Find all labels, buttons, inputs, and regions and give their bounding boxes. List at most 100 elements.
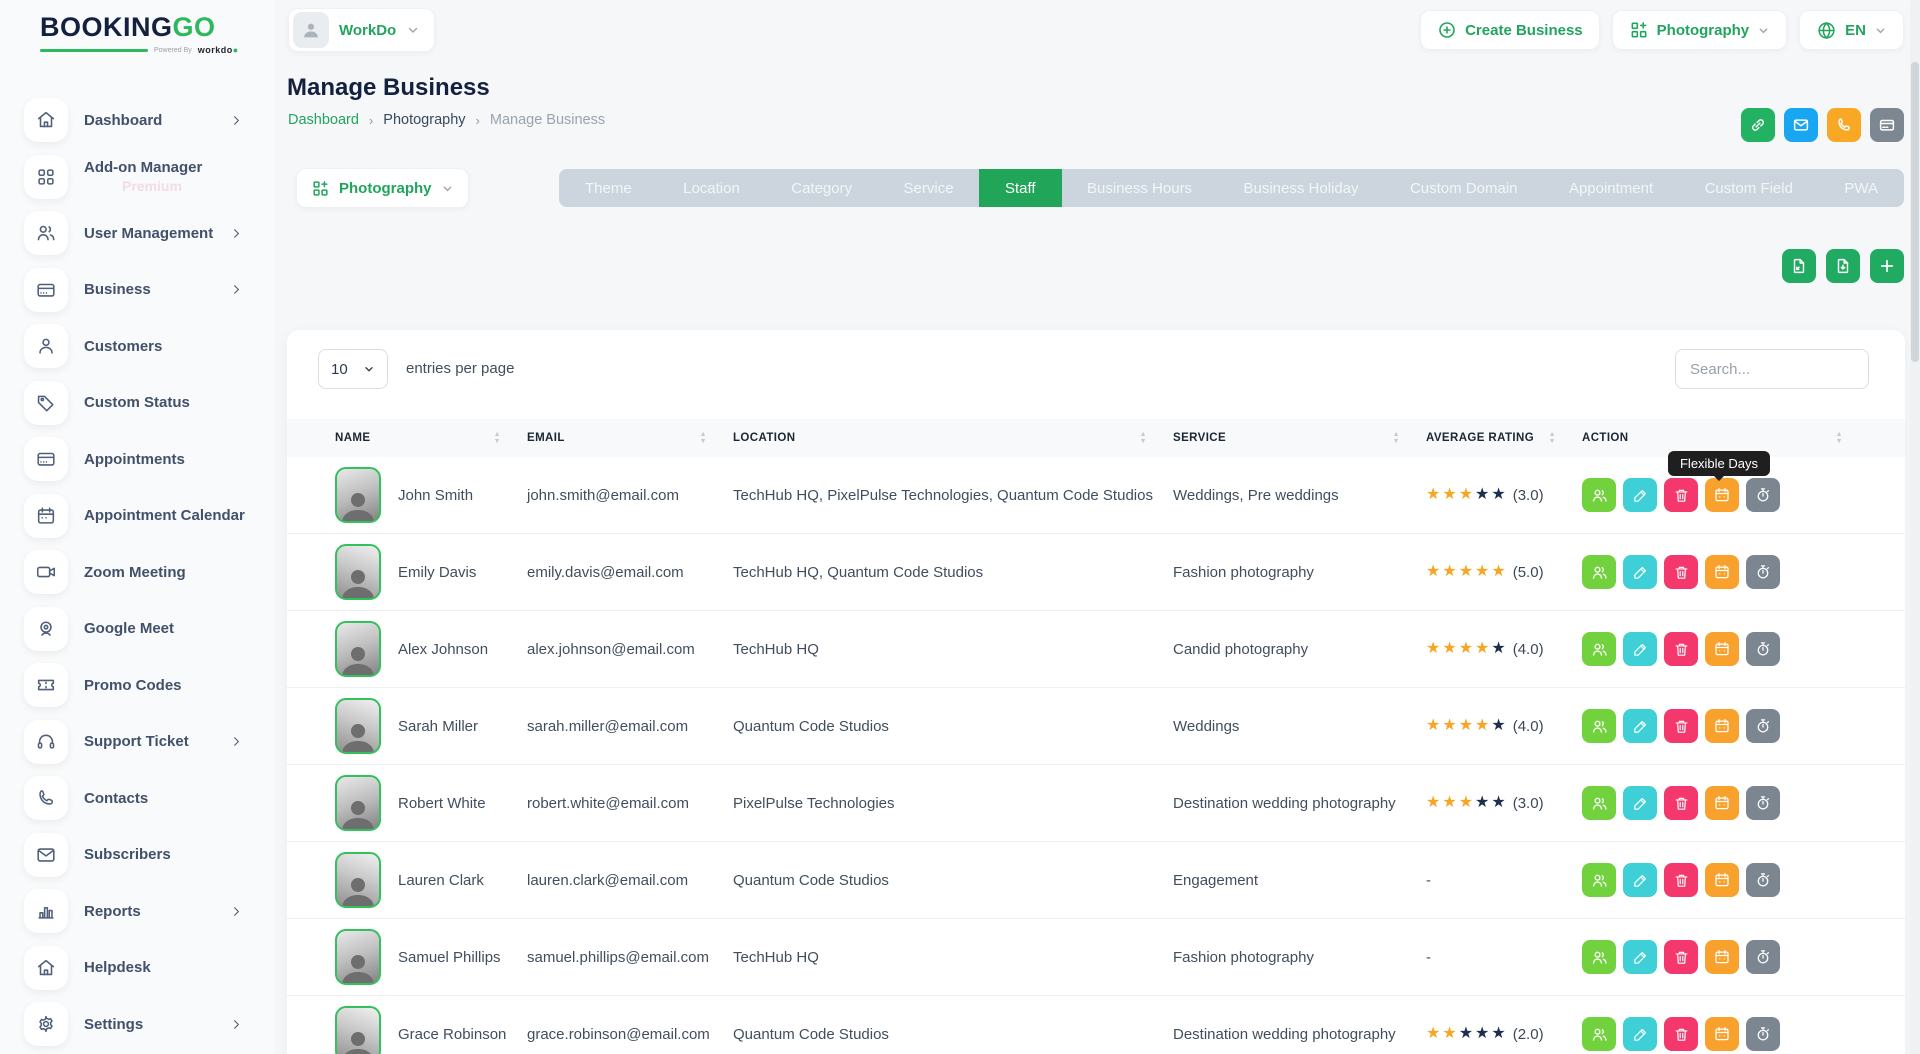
phone-button[interactable] <box>1827 108 1861 142</box>
timer-button[interactable] <box>1746 786 1780 820</box>
business-filter-dropdown[interactable]: Photography <box>296 168 469 208</box>
tab-pwa[interactable]: PWA <box>1824 169 1898 207</box>
timer-button[interactable] <box>1746 863 1780 897</box>
delete-trash-button[interactable] <box>1664 1017 1698 1051</box>
staff-name: Samuel Phillips <box>398 949 501 966</box>
sort-toggle[interactable]: ▲▼ <box>1836 432 1843 445</box>
sort-toggle[interactable]: ▲▼ <box>1549 432 1556 445</box>
delete-trash-button[interactable] <box>1664 555 1698 589</box>
sort-toggle[interactable]: ▲▼ <box>1393 432 1400 445</box>
sidebar-item-support-ticket[interactable]: Support Ticket <box>0 720 274 764</box>
sidebar-item-dashboard[interactable]: Dashboard <box>0 98 274 142</box>
delete-trash-button[interactable] <box>1664 940 1698 974</box>
staff-users-button[interactable] <box>1582 1017 1616 1051</box>
star-icon: ★ <box>1442 564 1456 580</box>
language-dropdown[interactable]: EN <box>1799 10 1904 50</box>
edit-pencil-button[interactable] <box>1623 555 1657 589</box>
sort-toggle[interactable]: ▲▼ <box>494 432 501 445</box>
tab-staff[interactable]: Staff <box>979 169 1062 207</box>
sidebar: BOOKINGGO Powered By workdo● Dashboard Ad… <box>0 0 274 1054</box>
create-business-button[interactable]: Create Business <box>1420 10 1600 50</box>
sidebar-item-helpdesk[interactable]: Helpdesk <box>0 946 274 990</box>
flexible-days-calendar-button[interactable] <box>1705 786 1739 820</box>
sidebar-item-promo-codes[interactable]: Promo Codes <box>0 663 274 707</box>
edit-pencil-button[interactable] <box>1623 863 1657 897</box>
flexible-days-calendar-button[interactable] <box>1705 709 1739 743</box>
sidebar-item-add-on-manager[interactable]: Add-on ManagerPremium <box>0 155 274 199</box>
tab-business-hours[interactable]: Business Hours <box>1067 169 1212 207</box>
edit-pencil-button[interactable] <box>1623 478 1657 512</box>
brand-logo[interactable]: BOOKINGGO Powered By workdo● <box>40 12 240 55</box>
timer-button[interactable] <box>1746 632 1780 666</box>
export-file-button[interactable] <box>1782 249 1816 283</box>
email-button[interactable] <box>1784 108 1818 142</box>
payment-card-button[interactable] <box>1870 108 1904 142</box>
edit-pencil-button[interactable] <box>1623 632 1657 666</box>
flexible-days-calendar-button[interactable] <box>1705 1017 1739 1051</box>
staff-users-button[interactable] <box>1582 709 1616 743</box>
tab-service[interactable]: Service <box>884 169 974 207</box>
staff-users-button[interactable] <box>1582 632 1616 666</box>
sidebar-item-appointments[interactable]: Appointments <box>0 437 274 481</box>
download-file-button[interactable] <box>1826 249 1860 283</box>
staff-users-button[interactable] <box>1582 940 1616 974</box>
sidebar-item-appointment-calendar[interactable]: Appointment Calendar <box>0 494 274 538</box>
sidebar-item-custom-status[interactable]: Custom Status <box>0 381 274 425</box>
tab-location[interactable]: Location <box>663 169 760 207</box>
edit-pencil-button[interactable] <box>1623 1017 1657 1051</box>
staff-users-button[interactable] <box>1582 555 1616 589</box>
delete-trash-button[interactable] <box>1664 478 1698 512</box>
delete-trash-button[interactable] <box>1664 709 1698 743</box>
sidebar-item-user-management[interactable]: User Management <box>0 211 274 255</box>
tab-custom-field[interactable]: Custom Field <box>1685 169 1813 207</box>
sidebar-item-zoom-meeting[interactable]: Zoom Meeting <box>0 550 274 594</box>
tab-business-holiday[interactable]: Business Holiday <box>1223 169 1378 207</box>
sort-toggle[interactable]: ▲▼ <box>700 432 707 445</box>
copy-link-button[interactable] <box>1741 108 1775 142</box>
add-staff-button[interactable] <box>1870 249 1904 283</box>
staff-users-button[interactable] <box>1582 478 1616 512</box>
sidebar-item-customers[interactable]: Customers <box>0 324 274 368</box>
flexible-days-calendar-button[interactable] <box>1705 863 1739 897</box>
business-switcher-dropdown[interactable]: Photography <box>1612 10 1788 50</box>
staff-name: John Smith <box>398 487 473 504</box>
flexible-days-calendar-button[interactable] <box>1705 940 1739 974</box>
delete-trash-button[interactable] <box>1664 786 1698 820</box>
staff-users-button[interactable] <box>1582 863 1616 897</box>
sidebar-item-reports[interactable]: Reports <box>0 889 274 933</box>
timer-button[interactable] <box>1746 709 1780 743</box>
sidebar-item-google-meet[interactable]: Google Meet <box>0 607 274 651</box>
staff-users-button[interactable] <box>1582 786 1616 820</box>
timer-button[interactable] <box>1746 555 1780 589</box>
sidebar-item-contacts[interactable]: Contacts <box>0 776 274 820</box>
edit-pencil-button[interactable] <box>1623 786 1657 820</box>
entries-per-page-select[interactable]: 10 <box>318 349 388 389</box>
flexible-days-calendar-button[interactable] <box>1705 478 1739 512</box>
workspace-dropdown[interactable]: WorkDo <box>288 8 435 52</box>
tab-theme[interactable]: Theme <box>565 169 652 207</box>
timer-button[interactable] <box>1746 478 1780 512</box>
search-input[interactable] <box>1675 349 1869 389</box>
tab-category[interactable]: Category <box>771 169 872 207</box>
timer-button[interactable] <box>1746 940 1780 974</box>
timer-button[interactable] <box>1746 1017 1780 1051</box>
flexible-days-calendar-button[interactable] <box>1705 632 1739 666</box>
edit-pencil-button[interactable] <box>1623 940 1657 974</box>
edit-pencil-button[interactable] <box>1623 709 1657 743</box>
delete-trash-button[interactable] <box>1664 632 1698 666</box>
sidebar-item-subscribers[interactable]: Subscribers <box>0 833 274 877</box>
staff-rating: ★★★★★(3.0) <box>1426 795 1582 812</box>
delete-trash-button[interactable] <box>1664 863 1698 897</box>
page-scrollbar[interactable] <box>1910 0 1920 1054</box>
breadcrumb-photography-link[interactable]: Photography <box>383 112 465 128</box>
tab-custom-domain[interactable]: Custom Domain <box>1390 169 1538 207</box>
sidebar-item-business[interactable]: Business <box>0 268 274 312</box>
flexible-days-calendar-button[interactable] <box>1705 555 1739 589</box>
tab-appointment[interactable]: Appointment <box>1549 169 1673 207</box>
scrollbar-thumb[interactable] <box>1911 62 1919 362</box>
table-row: John Smithjohn.smith@email.comTechHub HQ… <box>287 457 1905 534</box>
breadcrumb-dashboard-link[interactable]: Dashboard <box>288 112 359 128</box>
sidebar-item-settings[interactable]: Settings <box>0 1002 274 1046</box>
star-icon: ★ <box>1475 564 1489 580</box>
sort-toggle[interactable]: ▲▼ <box>1140 432 1147 445</box>
